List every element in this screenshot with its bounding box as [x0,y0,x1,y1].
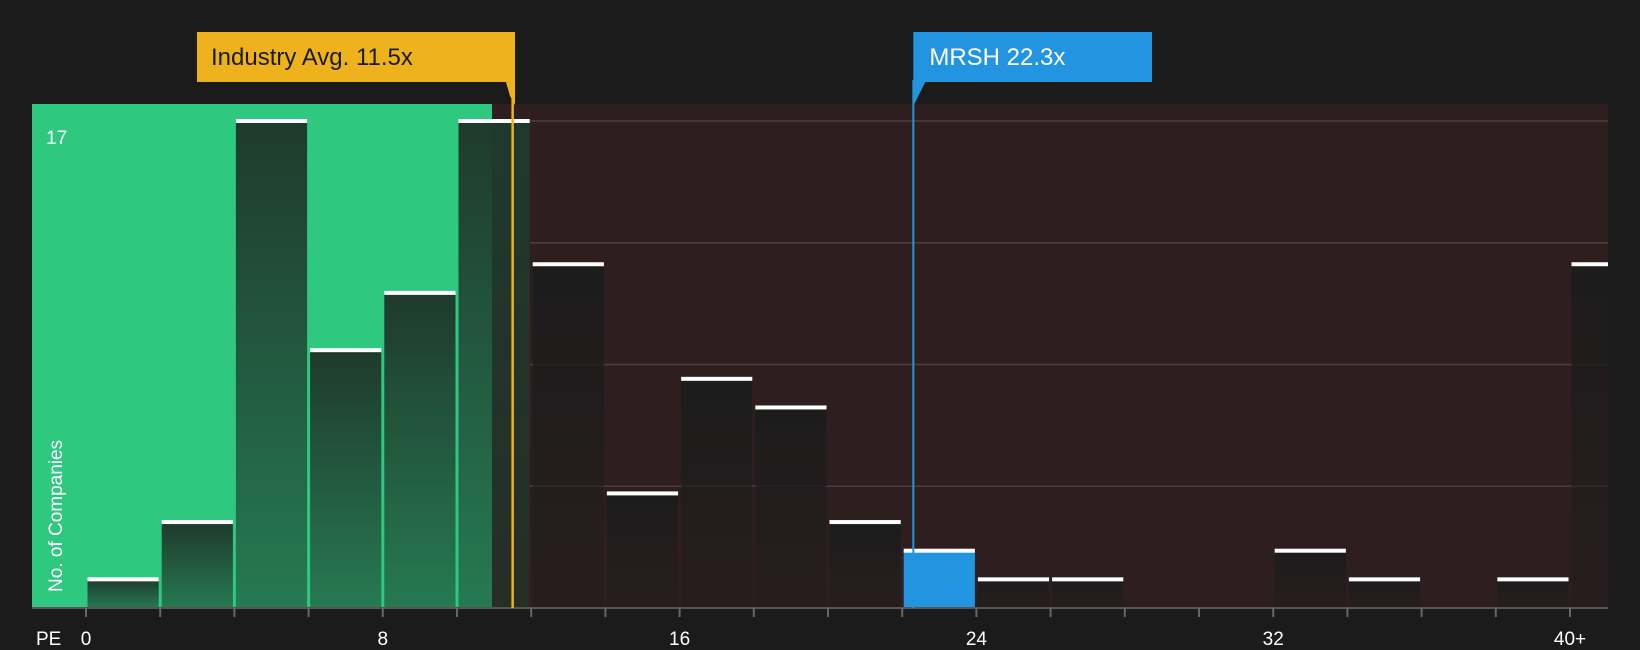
company-pe-label: MRSH 22.3x [929,44,1065,71]
histogram-bar-cap [606,491,679,496]
histogram-bar-cap [161,520,233,525]
histogram-bar [458,121,530,608]
histogram-bar [310,350,382,608]
histogram-bar-cap [977,577,1050,582]
histogram-bar [681,378,753,608]
histogram-bar [977,579,1050,608]
chart-canvas: 0 8 16 24 32 40+ 17 No. of Companies PE Indus… [32,32,1608,650]
y-axis-title: No. of Companies [46,440,67,592]
histogram-bar-cap [903,548,975,553]
histogram-bar-cap [681,376,753,381]
histogram-bar [532,264,604,608]
histogram-bar [903,550,975,608]
histogram-bar-cap [1571,262,1608,267]
industry-average-label: Industry Avg. 11.5x [211,44,413,71]
histogram-bar-cap [384,290,456,295]
histogram-bar-cap [87,577,159,582]
histogram-bar-cap [310,348,382,353]
histogram-bar [87,579,159,608]
histogram-bar [384,292,456,608]
x-axis-tick-label: 8 [378,629,389,650]
x-axis-title: PE [36,629,61,650]
histogram-bar-cap [1274,548,1346,553]
pe-distribution-chart: 0 8 16 24 32 40+ 17 No. of Companies PE Indus… [0,0,1640,650]
histogram-bar [1274,550,1346,608]
histogram-bar [1571,264,1608,608]
x-axis-tick-label: 24 [966,629,988,650]
histogram-bar-cap [1348,577,1421,582]
histogram-bar [755,407,827,608]
histogram-bar-cap [458,119,530,123]
histogram-bar [235,121,308,608]
histogram-bar [606,493,679,608]
x-axis-tick-label: 0 [81,629,92,650]
histogram-bar [1348,579,1421,608]
x-axis-ticks: 0 8 16 24 32 40+ [81,608,1586,650]
histogram-bar [1497,579,1569,608]
histogram-bar-cap [235,119,308,123]
histogram-bar [829,522,901,608]
histogram-bar-cap [532,262,604,267]
histogram-bar-cap [1052,577,1124,582]
histogram-bar [1052,579,1124,608]
histogram-bar-cap [1497,577,1569,582]
y-axis-max-label: 17 [46,128,67,149]
histogram-bar-cap [755,405,827,410]
x-axis-tick-label: 40+ [1554,629,1586,650]
histogram-bar-cap [829,520,901,525]
histogram-bar [161,522,233,608]
x-axis-tick-label: 16 [669,629,690,650]
x-axis-tick-label: 32 [1263,629,1284,650]
